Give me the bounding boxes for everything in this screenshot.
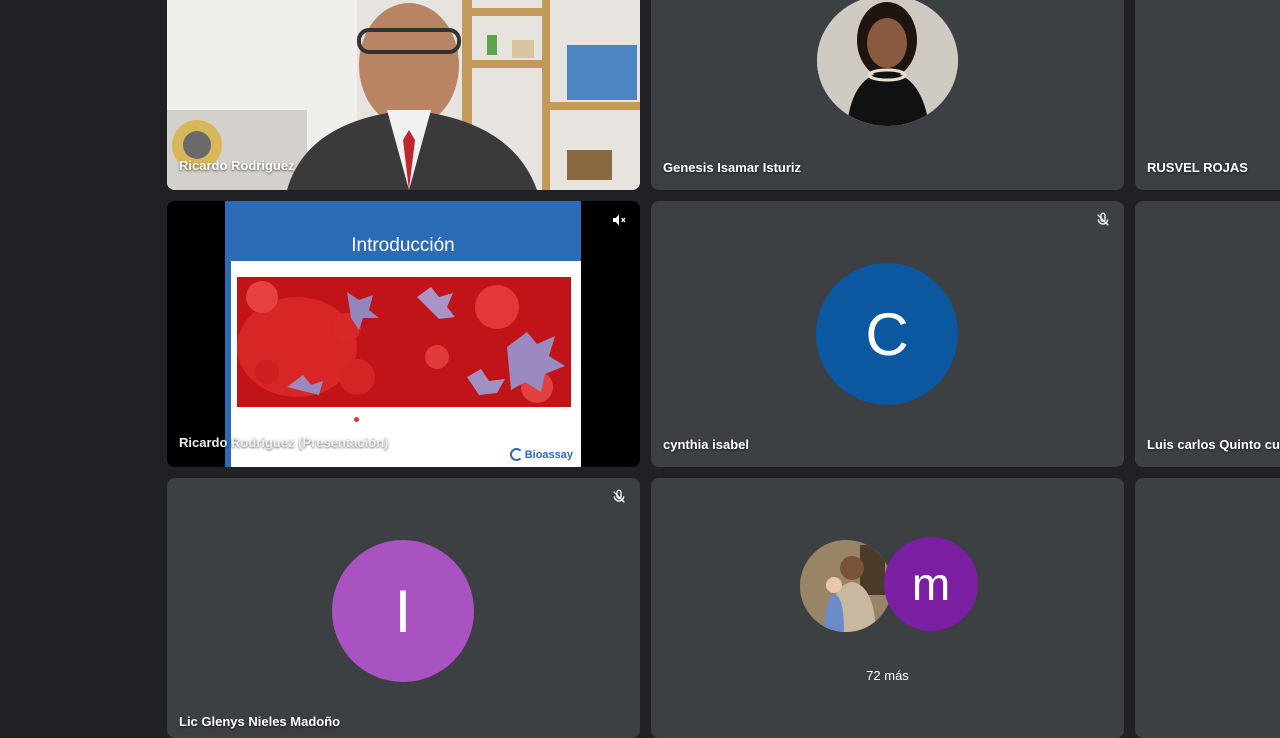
participant-name: Ricardo Rodriguez (Presentación): [179, 435, 389, 450]
participant-avatar-photo: [817, 0, 958, 126]
participant-tile-cynthia[interactable]: C cynthia isabel: [651, 201, 1124, 467]
participant-name: RUSVEL ROJAS: [1147, 160, 1248, 175]
bioassay-logo-icon: [509, 448, 523, 461]
mic-off-icon: [606, 484, 632, 510]
participant-name: Lic Glenys Nieles Madoño: [179, 714, 341, 729]
slide-image-blood-cells: [237, 277, 571, 407]
overflow-participants-tile[interactable]: m 72 más: [651, 478, 1124, 738]
participant-name: Luis carlos Quinto cuz: [1147, 437, 1280, 452]
participant-name: Ricardo Rodriguez: [179, 158, 295, 173]
participant-avatar-photo: [800, 540, 892, 632]
overflow-count: 72 más: [866, 668, 909, 683]
participant-name: cynthia isabel: [663, 437, 749, 452]
presentation-tile[interactable]: Introducción Bioassay Ricardo Rodriguez …: [167, 201, 640, 467]
participant-tile-glenys[interactable]: I Lic Glenys Nieles Madoño: [167, 478, 640, 738]
slide-pointer-dot: [354, 417, 359, 422]
participant-tile-ricardo[interactable]: Ricardo Rodriguez: [167, 0, 640, 190]
participant-avatar: m: [884, 537, 978, 631]
participant-name: Genesis Isamar Isturiz: [663, 160, 802, 175]
mic-off-icon: [606, 207, 632, 233]
participant-tile-rusvel[interactable]: RUSVEL ROJAS: [1135, 0, 1280, 190]
participant-tile-partial[interactable]: [1135, 478, 1280, 738]
slide-title: Introducción: [351, 235, 455, 256]
presentation-slide: Introducción Bioassay: [225, 201, 581, 467]
participant-avatar: C: [816, 263, 958, 405]
participant-tile-genesis[interactable]: Genesis Isamar Isturiz: [651, 0, 1124, 190]
participant-tile-luis[interactable]: Luis carlos Quinto cuz: [1135, 201, 1280, 467]
participant-avatar: I: [332, 540, 474, 682]
slide-logo-text: Bioassay: [524, 448, 573, 461]
mic-off-icon: [1090, 207, 1116, 233]
slide-logo: Bioassay: [509, 448, 573, 461]
